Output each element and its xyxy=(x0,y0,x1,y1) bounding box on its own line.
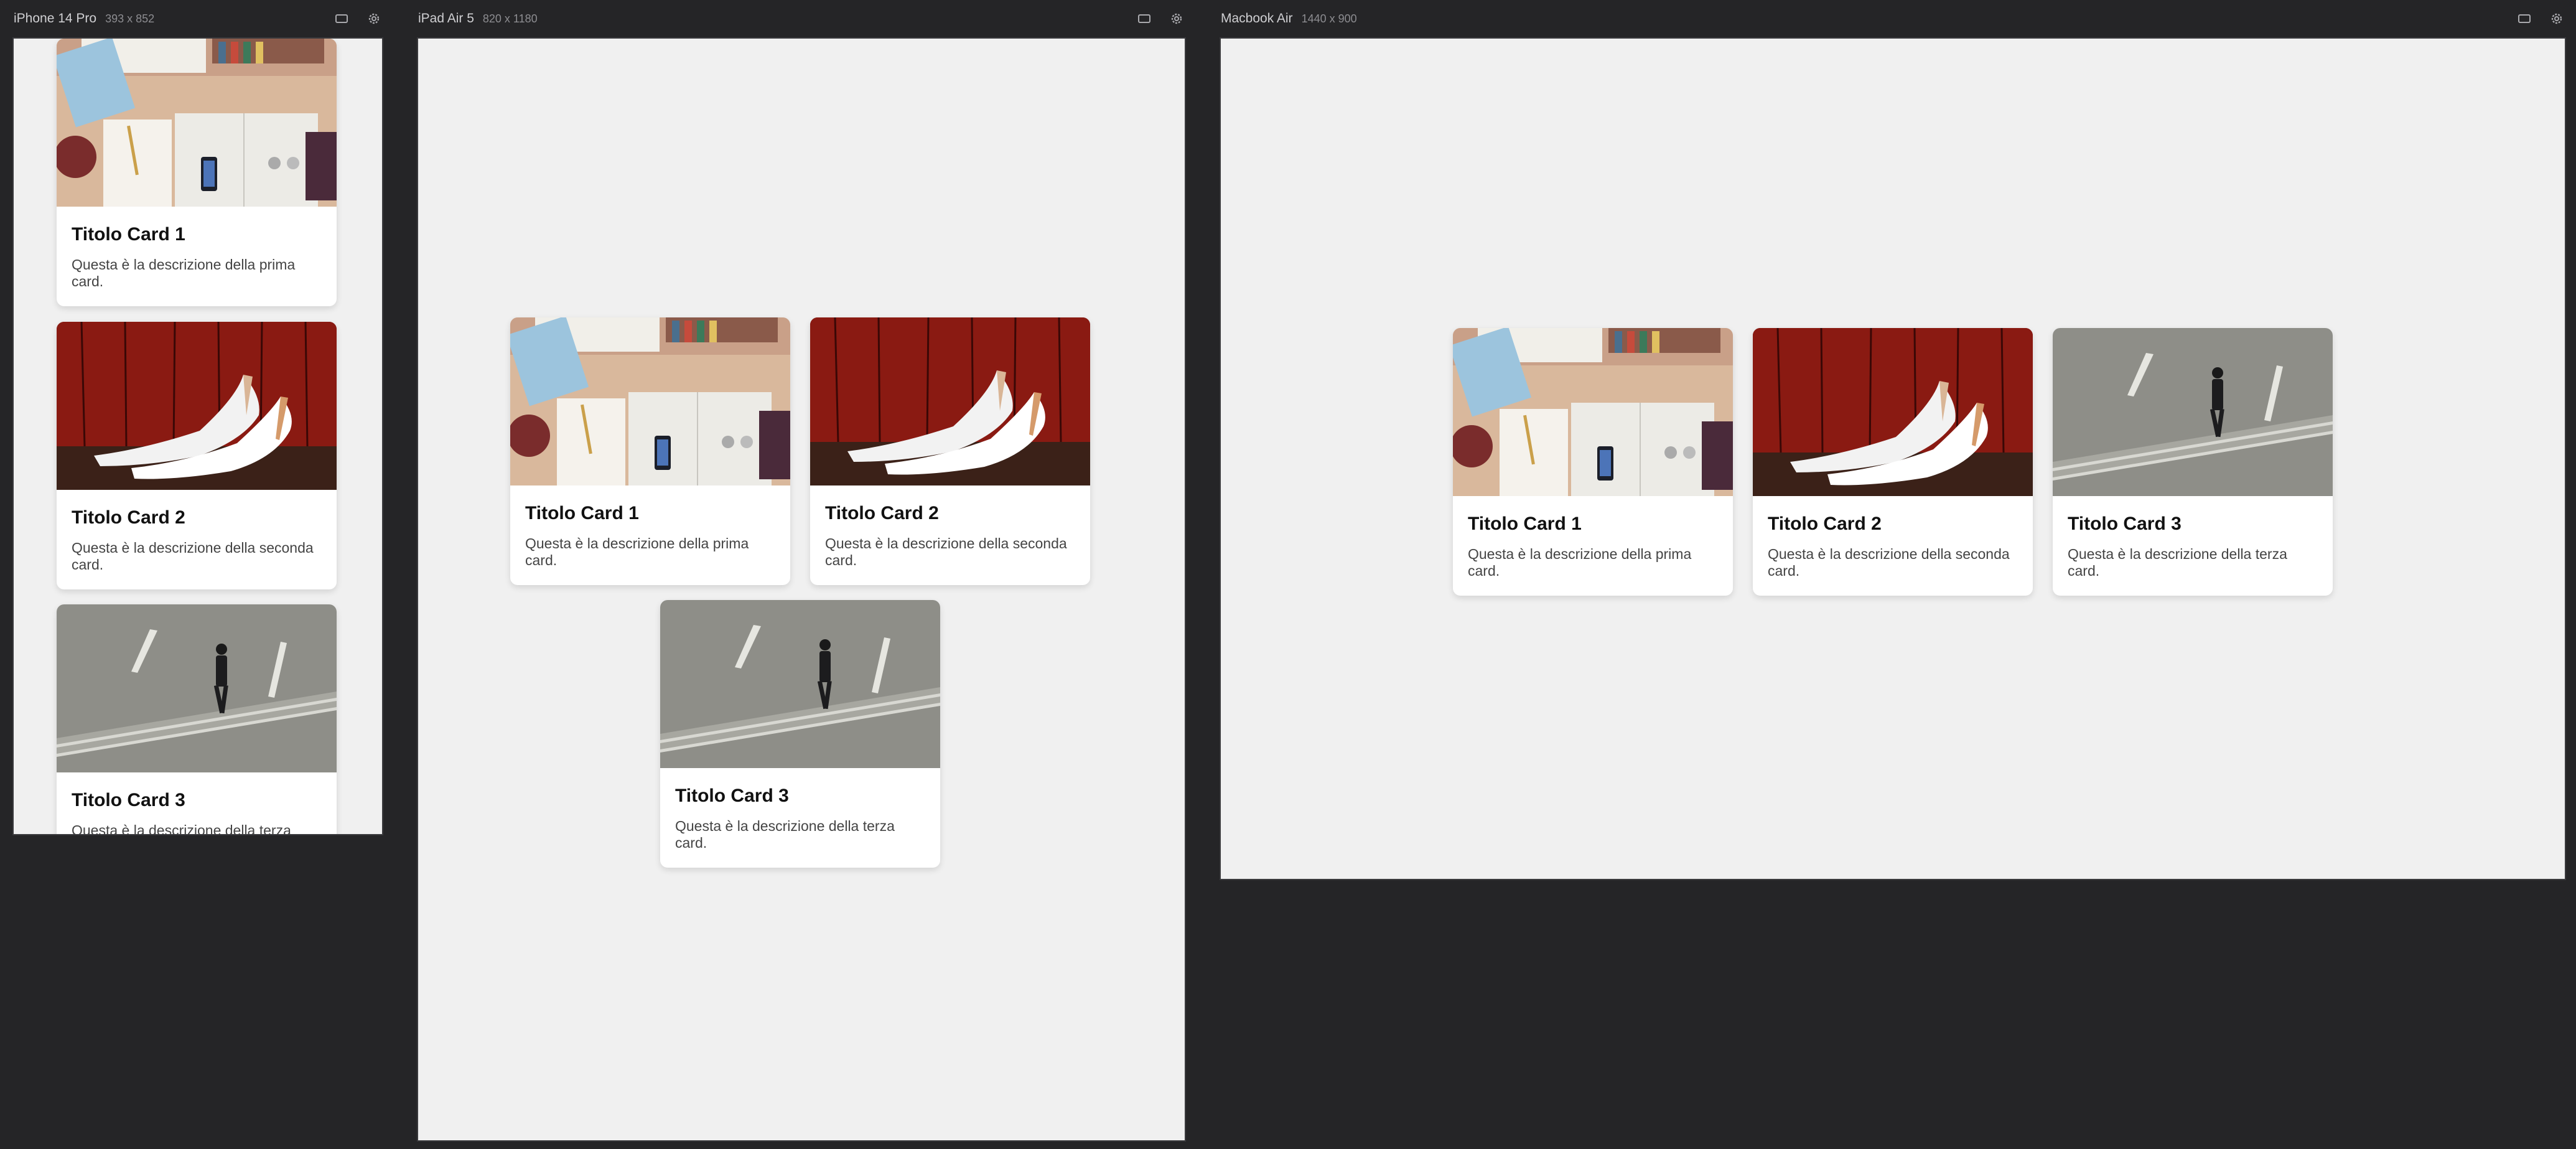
card-description: Questa è la descrizione della seconda ca… xyxy=(825,535,1067,568)
desk-flatlay-image xyxy=(57,39,337,207)
card-title: Titolo Card 1 xyxy=(1468,514,1582,534)
white-heels-image xyxy=(57,322,337,490)
device-size: 1440 x 900 xyxy=(1301,12,1357,25)
card-description: Questa è la descrizione della seconda ca… xyxy=(72,540,314,573)
device-header: iPhone 14 Pro 393 x 852 xyxy=(14,0,382,37)
device-name: iPhone 14 Pro xyxy=(14,11,97,26)
card-title: Titolo Card 1 xyxy=(72,224,185,245)
device-frame-icon[interactable] xyxy=(334,11,350,27)
device-header: Macbook Air 1440 x 900 xyxy=(1221,0,2565,37)
device-actions xyxy=(1136,11,1185,27)
viewport-iphone: Titolo Card 1 Questa è la descrizione de… xyxy=(12,37,383,835)
device-size: 820 x 1180 xyxy=(482,12,538,25)
card[interactable]: Titolo Card 3 Questa è la descrizione de… xyxy=(2053,328,2333,596)
card-description: Questa è la descrizione della terza card… xyxy=(2068,546,2287,579)
card-description: Questa è la descrizione della terza card… xyxy=(72,822,291,834)
device-actions xyxy=(334,11,382,27)
card-description: Questa è la descrizione della prima card… xyxy=(525,535,749,568)
man-walking-road-image xyxy=(660,600,940,768)
viewport-macbook: Titolo Card 1 Questa è la descrizione de… xyxy=(1220,37,2566,880)
card-title: Titolo Card 1 xyxy=(525,503,639,523)
desk-flatlay-image xyxy=(1453,328,1733,496)
device-panel-macbook: Macbook Air 1440 x 900 Titolo Card 1 Que… xyxy=(1220,0,2566,881)
card-title: Titolo Card 2 xyxy=(72,507,185,528)
card[interactable]: Titolo Card 3 Questa è la descrizione de… xyxy=(57,604,337,834)
device-size: 393 x 852 xyxy=(105,12,155,25)
gear-icon[interactable] xyxy=(2549,11,2565,27)
card[interactable]: Titolo Card 2 Questa è la descrizione de… xyxy=(810,317,1090,585)
device-frame-icon[interactable] xyxy=(1136,11,1152,27)
card[interactable]: Titolo Card 1 Questa è la descrizione de… xyxy=(1453,328,1733,596)
card-description: Questa è la descrizione della prima card… xyxy=(72,256,296,289)
card-description: Questa è la descrizione della seconda ca… xyxy=(1768,546,2010,579)
card-title: Titolo Card 3 xyxy=(2068,514,2182,534)
white-heels-image xyxy=(1753,328,2033,496)
card-title: Titolo Card 3 xyxy=(72,790,185,810)
device-panel-ipad: iPad Air 5 820 x 1180 Titolo Card 1 Ques… xyxy=(417,0,1186,1142)
device-name: iPad Air 5 xyxy=(418,11,474,26)
card-description: Questa è la descrizione della terza card… xyxy=(675,818,895,851)
gear-icon[interactable] xyxy=(366,11,382,27)
man-walking-road-image xyxy=(57,604,337,772)
device-frame-icon[interactable] xyxy=(2516,11,2532,27)
card-title: Titolo Card 2 xyxy=(1768,514,1882,534)
card[interactable]: Titolo Card 1 Questa è la descrizione de… xyxy=(57,39,337,306)
white-heels-image xyxy=(810,317,1090,485)
device-panel-iphone: iPhone 14 Pro 393 x 852 Titolo Card 1 Qu… xyxy=(12,0,383,838)
card-title: Titolo Card 3 xyxy=(675,786,789,806)
card-title: Titolo Card 2 xyxy=(825,503,939,523)
viewport-ipad: Titolo Card 1 Questa è la descrizione de… xyxy=(417,37,1186,1142)
desk-flatlay-image xyxy=(510,317,790,485)
card[interactable]: Titolo Card 3 Questa è la descrizione de… xyxy=(660,600,940,868)
card[interactable]: Titolo Card 2 Questa è la descrizione de… xyxy=(1753,328,2033,596)
device-header: iPad Air 5 820 x 1180 xyxy=(418,0,1185,37)
man-walking-road-image xyxy=(2053,328,2333,496)
gear-icon[interactable] xyxy=(1169,11,1185,27)
device-actions xyxy=(2516,11,2565,27)
device-name: Macbook Air xyxy=(1221,11,1293,26)
card[interactable]: Titolo Card 2 Questa è la descrizione de… xyxy=(57,322,337,589)
card[interactable]: Titolo Card 1 Questa è la descrizione de… xyxy=(510,317,790,585)
card-description: Questa è la descrizione della prima card… xyxy=(1468,546,1692,579)
